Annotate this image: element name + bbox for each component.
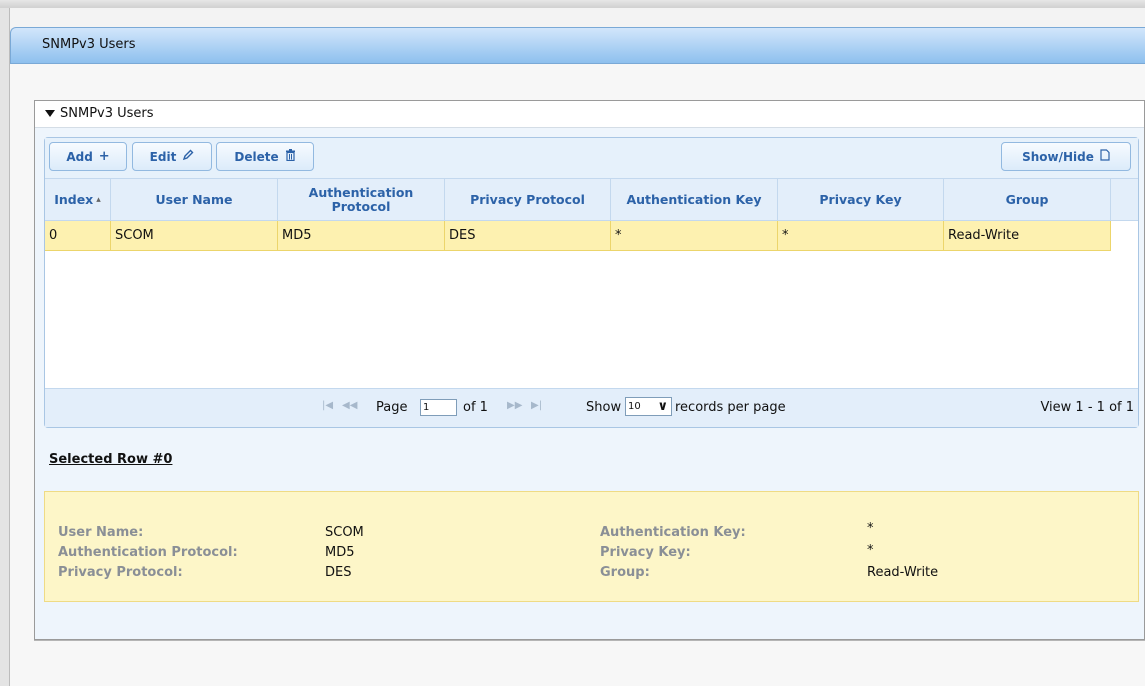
column-header-authentication-protocol[interactable]: Authentication Protocol [278, 179, 445, 220]
detail-label-user-name: User Name: [58, 525, 144, 540]
show-label: Show [586, 400, 622, 415]
selected-row-details: User Name: SCOM Authentication Protocol:… [44, 491, 1139, 602]
view-range-text: View 1 - 1 of 1 [1040, 400, 1134, 415]
detail-value-user-name: SCOM [325, 525, 364, 540]
grid-toolbar: Add + Edit Delete Show/Hide [45, 138, 1138, 178]
detail-value-authentication-protocol: MD5 [325, 545, 355, 560]
plus-icon: + [98, 149, 110, 164]
detail-value-privacy-key: * [867, 543, 874, 558]
records-per-page-select[interactable]: 10 ∨ [625, 397, 672, 416]
pencil-icon [182, 149, 194, 165]
edit-label: Edit [149, 149, 177, 164]
detail-label-authentication-key: Authentication Key: [600, 525, 746, 540]
delete-label: Delete [234, 149, 279, 164]
column-header-privacy-key[interactable]: Privacy Key [778, 179, 944, 220]
page-count-label: of 1 [463, 400, 488, 415]
records-per-page-label: records per page [675, 400, 786, 415]
top-border [0, 0, 1145, 8]
users-grid: Add + Edit Delete Show/Hide Index ▴ User… [44, 137, 1139, 428]
delete-button[interactable]: Delete [216, 142, 314, 171]
page-title: SNMPv3 Users [42, 37, 136, 52]
add-button[interactable]: Add + [49, 142, 127, 171]
cell-authentication-protocol: MD5 [278, 221, 445, 250]
show-hide-button[interactable]: Show/Hide [1001, 142, 1131, 171]
panel-title: SNMPv3 Users [60, 106, 154, 121]
panel-header[interactable]: SNMPv3 Users [35, 101, 1144, 128]
cell-privacy-key: * [778, 221, 944, 250]
chevron-down-icon: ∨ [657, 399, 668, 414]
collapse-arrow-icon[interactable] [45, 110, 55, 117]
detail-value-privacy-protocol: DES [325, 565, 352, 580]
pager: |◀ ◀◀ Page 1 of 1 ▶▶ ▶| Show 10 ∨ record… [45, 388, 1138, 427]
detail-label-group: Group: [600, 565, 650, 580]
bottom-divider [34, 640, 1145, 641]
column-header-user-name[interactable]: User Name [111, 179, 278, 220]
cell-index: 0 [45, 221, 111, 250]
last-page-icon[interactable]: ▶| [531, 400, 542, 411]
detail-label-privacy-protocol: Privacy Protocol: [58, 565, 183, 580]
column-header-privacy-protocol[interactable]: Privacy Protocol [445, 179, 611, 220]
document-icon [1100, 148, 1110, 165]
snmpv3-users-panel: SNMPv3 Users Add + Edit Delete Show/Hide [34, 100, 1145, 640]
add-label: Add [66, 149, 93, 164]
detail-value-group: Read-Write [867, 565, 939, 580]
table-header: Index ▴ User Name Authentication Protocol… [45, 178, 1138, 221]
show-hide-label: Show/Hide [1022, 149, 1094, 164]
first-page-icon[interactable]: |◀ [322, 400, 333, 411]
prev-page-icon[interactable]: ◀◀ [342, 400, 357, 411]
cell-user-name: SCOM [111, 221, 278, 250]
page-label: Page [376, 400, 408, 415]
selected-row-title: Selected Row #0 [49, 452, 173, 467]
detail-value-authentication-key: * [867, 521, 874, 536]
page-header: SNMPv3 Users [10, 27, 1145, 64]
sort-icon: ▴ [96, 194, 101, 205]
detail-label-authentication-protocol: Authentication Protocol: [58, 545, 238, 560]
next-page-icon[interactable]: ▶▶ [507, 400, 522, 411]
cell-authentication-key: * [611, 221, 778, 250]
trash-icon [285, 148, 296, 165]
column-header-group[interactable]: Group [944, 179, 1111, 220]
detail-label-privacy-key: Privacy Key: [600, 545, 691, 560]
column-header-authentication-key[interactable]: Authentication Key [611, 179, 778, 220]
cell-privacy-protocol: DES [445, 221, 611, 250]
cell-group: Read-Write [944, 221, 1111, 250]
page-number-input[interactable]: 1 [420, 399, 457, 416]
left-frame [0, 8, 10, 686]
table-row[interactable]: 0 SCOM MD5 DES * * Read-Write [45, 221, 1111, 251]
column-header-index[interactable]: Index ▴ [45, 179, 111, 220]
edit-button[interactable]: Edit [132, 142, 212, 171]
